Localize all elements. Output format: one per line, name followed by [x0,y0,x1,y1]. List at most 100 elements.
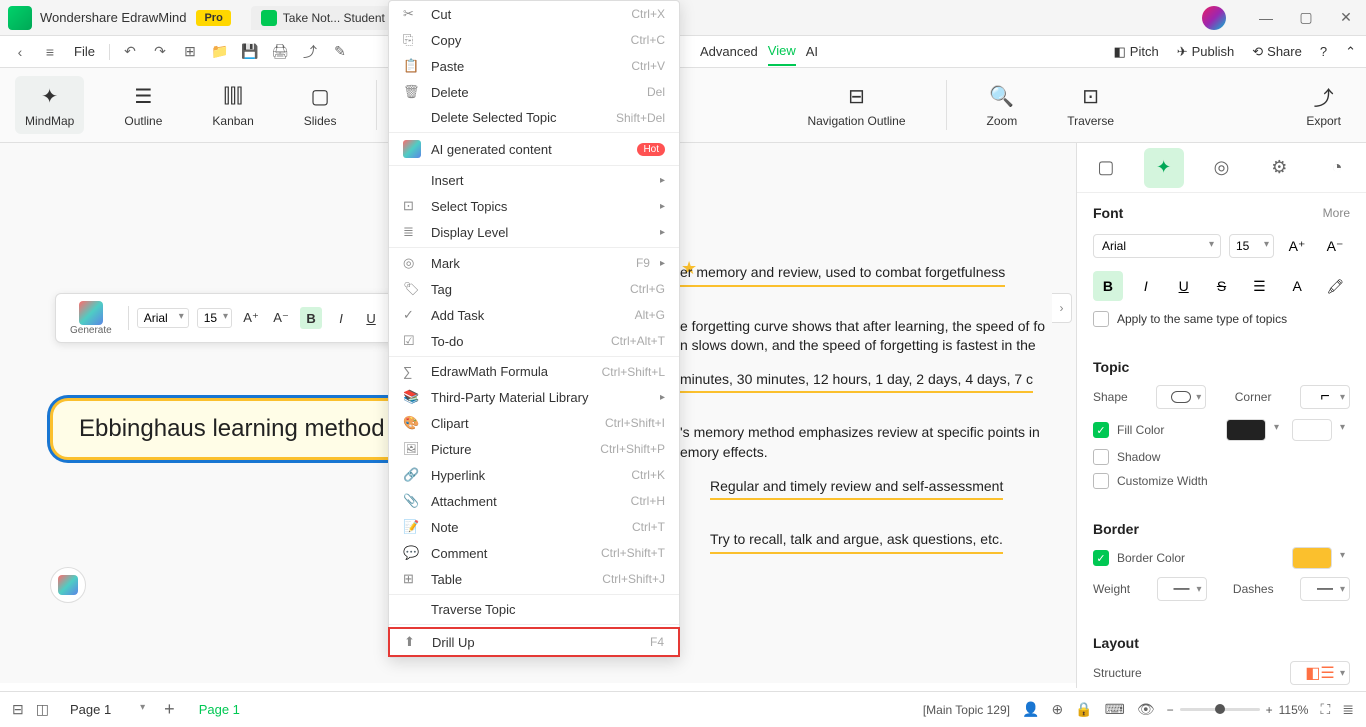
shape-select[interactable] [1156,385,1206,409]
underline-button[interactable]: U [1169,271,1199,301]
ctx-thirdparty[interactable]: 📚Third-Party Material Library▸ [389,384,679,410]
font-family-select[interactable]: Arial [1093,234,1221,258]
generate-button[interactable]: Generate [62,301,120,336]
font-decrease-button[interactable]: A⁻ [1320,231,1350,261]
ctx-note[interactable]: 📝NoteCtrl+T [389,514,679,540]
ctx-edrawmath[interactable]: ∑EdrawMath FormulaCtrl+Shift+L [389,359,679,384]
redo-icon[interactable]: ↷ [150,42,170,62]
lock-icon[interactable]: 🔒 [1075,701,1092,718]
zoom-button[interactable]: 🔍 Zoom [977,76,1028,134]
fontcolor-button[interactable]: A [1282,271,1312,301]
page-select[interactable]: Page 1 [61,699,152,720]
panel-toggle-icon[interactable]: ◫ [36,701,49,718]
export-button[interactable]: ⤴ Export [1296,76,1351,134]
italic-button[interactable]: I [1131,271,1161,301]
ctx-picture[interactable]: 🖼PictureCtrl+Shift+P [389,436,679,462]
ctx-table[interactable]: ⊞TableCtrl+Shift+J [389,566,679,592]
ctx-add-task[interactable]: ✓Add TaskAlt+G [389,302,679,328]
back-icon[interactable]: ‹ [10,42,30,62]
main-topic-node[interactable]: Ebbinghaus learning method [50,398,414,460]
italic-button[interactable]: I [330,307,352,329]
highlight-button[interactable]: 🖍 [1320,271,1350,301]
slides-view[interactable]: ▢ Slides [294,76,347,134]
outline-toggle-icon[interactable]: ⊟ [12,701,24,718]
traverse-button[interactable]: ⊡ Traverse [1057,76,1124,134]
menu-icon[interactable]: ≡ [40,42,60,62]
strike-button[interactable]: S [1207,271,1237,301]
outline-view[interactable]: ☰ Outline [114,76,172,134]
ctx-comment[interactable]: 💬CommentCtrl+Shift+T [389,540,679,566]
help-button[interactable]: ? [1320,44,1327,59]
ctx-delete[interactable]: 🗑DeleteDel [389,79,679,105]
fullscreen-icon[interactable]: ⛶ [1320,701,1330,718]
close-button[interactable]: ✕ [1326,0,1366,36]
font-more-link[interactable]: More [1323,206,1350,220]
file-menu[interactable]: File [74,44,95,59]
rp-tab-mark-icon[interactable]: ◎ [1201,148,1241,188]
branch-text[interactable]: er memory and review, used to combat for… [680,263,1005,287]
collapse-panel-button[interactable]: › [1052,293,1072,323]
layers-icon[interactable]: ≣ [1342,701,1354,718]
mindmap-view[interactable]: ✦ MindMap [15,76,84,134]
tab-ai[interactable]: AI [806,38,818,65]
new-icon[interactable]: ⊞ [180,42,200,62]
fontsize-select[interactable]: 15 [197,308,232,328]
add-page-button[interactable]: + [164,699,175,720]
person-icon[interactable]: 👤 [1022,701,1039,718]
pitch-button[interactable]: ◧Pitch [1114,44,1159,60]
eye-icon[interactable]: 👁 [1137,701,1155,718]
navigation-outline-button[interactable]: ⊟ Navigation Outline [797,76,915,134]
ctx-mark[interactable]: ◎MarkF9▸ [389,250,679,276]
fontsize-increase-button[interactable]: A⁺ [240,307,262,329]
ctx-ai-generated[interactable]: AI generated contentHot [389,135,679,163]
ctx-attachment[interactable]: 📎AttachmentCtrl+H [389,488,679,514]
ctx-traverse-topic[interactable]: Traverse Topic [389,597,679,622]
maximize-button[interactable]: ▢ [1286,0,1326,36]
ctx-insert[interactable]: Insert▸ [389,168,679,193]
branch-text[interactable]: Regular and timely review and self-asses… [710,477,1003,501]
ctx-todo[interactable]: ☑To-doCtrl+Alt+T [389,328,679,354]
fillcolor2-picker[interactable] [1292,419,1332,441]
fillcolor-checkbox[interactable]: ✓ [1093,422,1109,438]
kanban-view[interactable]: ⫿⫿⫿ Kanban [202,76,263,134]
minimize-button[interactable]: — [1246,0,1286,36]
font-increase-button[interactable]: A⁺ [1282,231,1312,261]
rp-tab-style-icon[interactable]: ✦ [1144,148,1184,188]
ctx-tag[interactable]: 🏷TagCtrl+G [389,276,679,302]
share-button[interactable]: ⟲Share [1252,44,1302,60]
ctx-hyperlink[interactable]: 🔗HyperlinkCtrl+K [389,462,679,488]
print-icon[interactable]: 🖨 [270,42,290,62]
ctx-paste[interactable]: 📋PasteCtrl+V [389,53,679,79]
dashes-select[interactable]: — [1300,577,1350,601]
rp-tab-topic-icon[interactable]: ▢ [1086,148,1126,188]
ctx-display-level[interactable]: ≣Display Level▸ [389,219,679,245]
rp-tab-clock-icon[interactable]: ◔ [1317,148,1357,188]
zoom-slider[interactable] [1180,708,1260,711]
align-button[interactable]: ☰ [1244,271,1274,301]
user-avatar[interactable] [1202,6,1226,30]
publish-button[interactable]: ✈Publish [1177,44,1235,60]
ctx-cut[interactable]: ✂CutCtrl+X [389,1,679,27]
ctx-clipart[interactable]: 🎨ClipartCtrl+Shift+I [389,410,679,436]
shadow-checkbox[interactable]: Shadow [1093,449,1350,465]
branch-text[interactable]: 's memory method emphasizes review at sp… [680,423,1066,462]
customwidth-checkbox[interactable]: Customize Width [1093,473,1350,489]
edit-icon[interactable]: ✎ [330,42,350,62]
branch-text[interactable]: minutes, 30 minutes, 12 hours, 1 day, 2 … [680,370,1033,394]
open-icon[interactable]: 📁 [210,42,230,62]
corner-select[interactable]: ⌐ [1300,385,1350,409]
target-icon[interactable]: ⊕ [1051,701,1063,718]
fontsize-decrease-button[interactable]: A⁻ [270,307,292,329]
branch-text[interactable]: Try to recall, talk and argue, ask quest… [710,530,1003,554]
rp-tab-settings-icon[interactable]: ⚙ [1259,148,1299,188]
font-size-select[interactable]: 15 [1229,234,1274,258]
branch-text[interactable]: e forgetting curve shows that after lear… [680,317,1066,356]
ctx-delete-selected[interactable]: Delete Selected TopicShift+Del [389,105,679,130]
bordercolor-checkbox[interactable]: ✓ [1093,550,1109,566]
collapse-ribbon-icon[interactable]: ⌃ [1345,44,1356,60]
undo-icon[interactable]: ↶ [120,42,140,62]
tab-view[interactable]: View [768,37,796,66]
keyboard-icon[interactable]: ⌨ [1105,701,1125,718]
save-icon[interactable]: 💾 [240,42,260,62]
bold-button[interactable]: B [300,307,322,329]
